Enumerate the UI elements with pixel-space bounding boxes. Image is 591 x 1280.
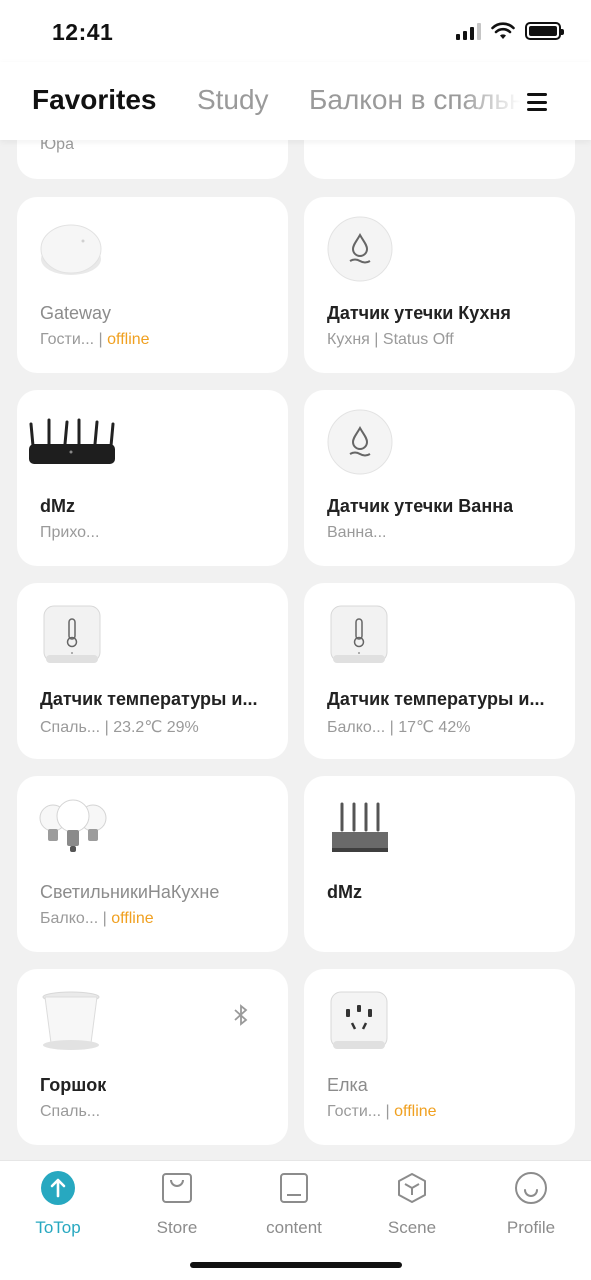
nav-scene[interactable]: Scene [362,1171,462,1238]
device-status-line: Спаль... | 23.2℃ 29% [40,717,199,737]
nav-label: Scene [387,1218,437,1237]
device-name: Gateway [40,303,112,323]
flower-pot-icon [41,991,101,1058]
offline-status: offline [111,910,154,927]
device-card-gateway[interactable]: Gateway Гости... | offline [17,197,288,373]
water-leak-sensor-icon [326,215,394,288]
device-status-line: Гости... | offline [327,1103,437,1121]
device-room: Кухня [327,331,370,348]
room-tabs: Favorites Study Балкон в спальне [32,84,521,124]
smart-plug-icon [330,991,388,1056]
arrow-up-icon [41,1171,75,1205]
device-name: Елка [327,1075,368,1095]
device-name: dMz [40,496,75,516]
nav-label: Profile [506,1218,556,1237]
shopping-bag-icon [162,1173,192,1203]
router-icon [27,418,117,473]
device-name: Датчик температуры и... [327,689,545,709]
device-room: Балко... [327,719,386,736]
content-icon [280,1173,308,1203]
cube-icon [398,1173,426,1203]
device-status-line: Кухня | Status Off [327,331,454,349]
device-card-lights[interactable]: СветильникиНаКухне Балко... | offline [17,776,288,952]
nav-store[interactable]: Store [127,1171,227,1238]
device-name: Горшок [40,1075,107,1095]
device-room: Прихо... [40,524,100,541]
home-indicator [190,1262,402,1268]
device-card-dmz-router[interactable]: dMz Прихо... [17,390,288,566]
temperature-sensor-icon [330,605,388,670]
device-room: Ванна... [327,524,387,541]
device-card-elka[interactable]: Елка Гости... | offline [304,969,575,1145]
device-reading: 23.2℃ 29% [113,719,199,736]
status-separator: | [374,331,379,348]
nav-label: content [266,1218,322,1237]
device-card-leak-kitchen[interactable]: Датчик утечки Кухня Кухня | Status Off [304,197,575,373]
device-status-line: Гости... | offline [40,331,150,349]
device-card-dmz-2[interactable]: dMz [304,776,575,952]
status-separator: | [98,331,103,348]
device-status-line: Балко... | offline [40,910,154,928]
nav-label: Store [156,1218,198,1237]
water-leak-sensor-icon [326,408,394,481]
tab-favorites[interactable]: Favorites [32,84,157,116]
device-card-pot[interactable]: Горшок Спаль... [17,969,288,1145]
offline-status: offline [107,331,150,348]
wifi-icon [491,22,515,39]
smiley-icon [515,1172,547,1204]
device-room: Балко... [40,910,99,927]
device-card-leak-bath[interactable]: Датчик утечки Ванна Ванна... [304,390,575,566]
light-bulbs-icon [39,796,107,865]
device-name: dMz [327,882,362,902]
device-card-temp-balcony[interactable]: Датчик температуры и... Балко... | 17℃ 4… [304,583,575,759]
nav-label: ToTop [35,1218,81,1237]
device-status-line: Балко... | 17℃ 42% [327,717,470,737]
device-room: Гости... [327,1103,382,1120]
device-room: Спаль... [40,1103,101,1120]
cellular-signal-icon [456,22,481,40]
device-room: Спаль... [40,719,101,736]
device-name: Датчик утечки Ванна [327,496,514,516]
offline-status: offline [394,1103,437,1120]
nav-content[interactable]: content [244,1171,344,1238]
router-icon [330,802,390,859]
status-separator: | [102,910,107,927]
status-separator: | [385,1103,390,1120]
gateway-device-icon [39,215,105,286]
tabs-fade [461,82,521,126]
status-separator: | [389,719,394,736]
device-name: Датчик утечки Кухня [327,303,511,323]
nav-totop[interactable]: ToTop [8,1171,108,1238]
status-bar: 12:41 [0,0,591,62]
device-name: Датчик температуры и... [40,689,258,709]
status-icons [456,22,564,40]
status-separator: | [104,719,109,736]
battery-icon [525,22,564,40]
device-reading: 17℃ 42% [398,719,471,736]
device-state: Status Off [382,331,454,348]
device-grid: Юра Gateway Гости... | offline Датчик ут… [0,0,591,1160]
temperature-sensor-icon [43,605,101,670]
room-menu-button[interactable] [527,93,547,111]
device-card-temp-bedroom[interactable]: Датчик температуры и... Спаль... | 23.2℃… [17,583,288,759]
device-name: СветильникиНаКухне [40,882,220,902]
status-time: 12:41 [52,19,114,45]
nav-profile[interactable]: Profile [481,1171,581,1238]
bluetooth-icon [231,1003,251,1032]
tab-study[interactable]: Study [197,84,269,116]
device-room: Гости... [40,331,95,348]
